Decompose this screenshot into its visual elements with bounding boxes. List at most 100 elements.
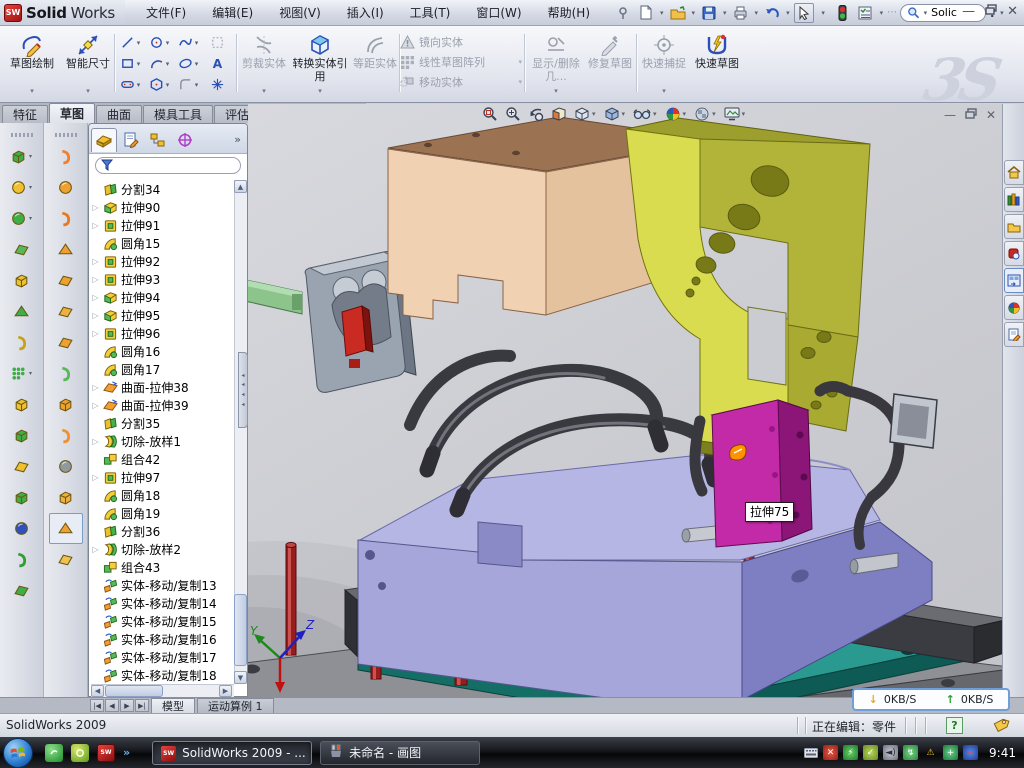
taskbar-window-1[interactable]: SWSolidWorks 2009 - ...: [152, 741, 312, 765]
expand-arrow-icon[interactable]: ▷: [91, 311, 100, 320]
dropdown-icon[interactable]: ▾: [755, 9, 759, 17]
tree-filter-input[interactable]: [95, 157, 241, 174]
line-icon[interactable]: ▾: [116, 32, 145, 53]
select-cursor-icon[interactable]: [794, 3, 814, 23]
sketch-button[interactable]: 草图绘制 ▾: [6, 29, 58, 97]
sketch-fillet-icon[interactable]: ▾: [174, 74, 203, 95]
scroll-up-icon[interactable]: ▲: [234, 180, 247, 193]
boundary-surface-icon[interactable]: [49, 265, 83, 296]
expand-arrow-icon[interactable]: ▷: [91, 401, 100, 410]
view-settings-icon[interactable]: ▾: [724, 107, 747, 121]
menu-item[interactable]: 帮助(H): [535, 0, 603, 25]
menu-item[interactable]: 文件(F): [133, 0, 199, 25]
expand-arrow-icon[interactable]: ▷: [91, 293, 100, 302]
fillet-surface-icon[interactable]: [49, 389, 83, 420]
tree-item[interactable]: ▷拉伸97: [91, 468, 233, 486]
extruded-boss-icon[interactable]: ▾: [5, 141, 39, 172]
dropdown-icon[interactable]: ▾: [86, 87, 90, 97]
tray-network-warning-icon[interactable]: ⚠: [923, 745, 938, 760]
lofted-surface-icon[interactable]: [49, 234, 83, 265]
expand-arrow-icon[interactable]: ▷: [91, 221, 100, 230]
tree-item[interactable]: 分割35: [91, 414, 233, 432]
tree-item[interactable]: 实体-移动/复制16: [91, 630, 233, 648]
repair-sketch-button[interactable]: 修复草图: [586, 29, 634, 97]
dropdown-icon[interactable]: ▾: [660, 9, 664, 17]
tree-item[interactable]: ▷拉伸90: [91, 198, 233, 216]
minimize-icon[interactable]: —: [962, 4, 975, 19]
quick-launch-icon-2[interactable]: [71, 744, 89, 762]
new-document-icon[interactable]: [636, 3, 656, 23]
toolbar-grip[interactable]: [55, 133, 77, 137]
close-icon[interactable]: ✕: [1007, 4, 1018, 19]
menu-item[interactable]: 插入(I): [334, 0, 397, 25]
tree-item[interactable]: 组合43: [91, 558, 233, 576]
appearances-scenes-tab[interactable]: [1004, 295, 1024, 320]
text-icon[interactable]: A: [203, 53, 232, 74]
helix-icon[interactable]: [49, 544, 83, 575]
thicken-icon[interactable]: [49, 451, 83, 482]
ellipse-icon[interactable]: ▾: [174, 53, 203, 74]
pin-icon[interactable]: [613, 3, 633, 23]
menu-item[interactable]: 窗口(W): [463, 0, 534, 25]
tree-item[interactable]: ▷曲面-拉伸39: [91, 396, 233, 414]
arc-icon[interactable]: ▾: [145, 53, 174, 74]
swept-surface-icon[interactable]: [49, 203, 83, 234]
part-green-tube[interactable]: [248, 275, 302, 314]
dropdown-icon[interactable]: ▾: [723, 9, 727, 17]
previous-view-icon[interactable]: [528, 106, 544, 122]
doc-close-icon[interactable]: ✕: [986, 108, 996, 122]
zoom-to-fit-icon[interactable]: [482, 106, 498, 122]
tree-item[interactable]: 实体-移动/复制18: [91, 666, 233, 684]
tree-item[interactable]: 实体-移动/复制14: [91, 594, 233, 612]
revolved-cut-icon[interactable]: ▾: [5, 358, 39, 389]
tree-item[interactable]: ▷切除-放样2: [91, 540, 233, 558]
offset-entities-button[interactable]: 等距实体: [352, 29, 398, 97]
tray-sync-icon[interactable]: ↯: [903, 745, 918, 760]
planar-surface-icon[interactable]: [49, 296, 83, 327]
lasso-icon[interactable]: [203, 32, 232, 53]
command-tab-4[interactable]: 模具工具: [143, 105, 213, 123]
undo-icon[interactable]: [762, 3, 782, 23]
rectangle-icon[interactable]: ▾: [116, 53, 145, 74]
tree-item[interactable]: ▷拉伸93: [91, 270, 233, 288]
feature-manager-tab[interactable]: [91, 128, 117, 152]
offset-surface-icon[interactable]: [49, 327, 83, 358]
polygon-icon[interactable]: ▾: [145, 74, 174, 95]
revolved-boss-icon[interactable]: ▾: [5, 172, 39, 203]
doc-minimize-icon[interactable]: —: [944, 108, 956, 122]
draft-icon[interactable]: [5, 482, 39, 513]
tree-item[interactable]: 实体-移动/复制13: [91, 576, 233, 594]
taskbar-window-2[interactable]: 未命名 - 画图: [320, 741, 480, 765]
restore-icon[interactable]: [985, 4, 997, 19]
menu-item[interactable]: 视图(V): [266, 0, 334, 25]
dropdown-icon[interactable]: ▾: [30, 87, 34, 97]
open-icon[interactable]: [668, 3, 688, 23]
slot-icon[interactable]: ▾: [116, 74, 145, 95]
command-tab-1[interactable]: 特征: [2, 105, 48, 123]
toolbar-grip[interactable]: [11, 133, 33, 137]
start-button[interactable]: [3, 738, 33, 768]
dimxpert-manager-tab[interactable]: [172, 128, 198, 152]
save-icon[interactable]: [699, 3, 719, 23]
boundary-boss-icon[interactable]: [5, 265, 39, 296]
swept-boss-icon[interactable]: ▾: [5, 203, 39, 234]
configuration-manager-tab[interactable]: [145, 128, 171, 152]
spline-icon[interactable]: ▾: [174, 32, 203, 53]
zoom-to-area-icon[interactable]: [505, 106, 521, 122]
circle-icon[interactable]: ▾: [145, 32, 174, 53]
tree-item[interactable]: 圆角19: [91, 504, 233, 522]
scroll-right-icon[interactable]: ▶: [219, 685, 232, 697]
file-explorer-tab[interactable]: [1004, 214, 1024, 239]
resources-home-tab[interactable]: [1004, 160, 1024, 185]
graphics-viewport[interactable]: Y Z X: [248, 104, 1002, 697]
shell-icon[interactable]: [5, 513, 39, 544]
point-icon[interactable]: [203, 74, 232, 95]
tree-item[interactable]: 实体-移动/复制17: [91, 648, 233, 666]
tree-item[interactable]: 圆角16: [91, 342, 233, 360]
dropdown-icon[interactable]: ▾: [692, 9, 696, 17]
tray-antivirus-icon[interactable]: ✕: [823, 745, 838, 760]
menu-item[interactable]: 工具(T): [397, 0, 464, 25]
reference-geometry-icon[interactable]: [5, 544, 39, 575]
expand-arrow-icon[interactable]: ▷: [91, 437, 100, 446]
property-manager-tab[interactable]: [118, 128, 144, 152]
